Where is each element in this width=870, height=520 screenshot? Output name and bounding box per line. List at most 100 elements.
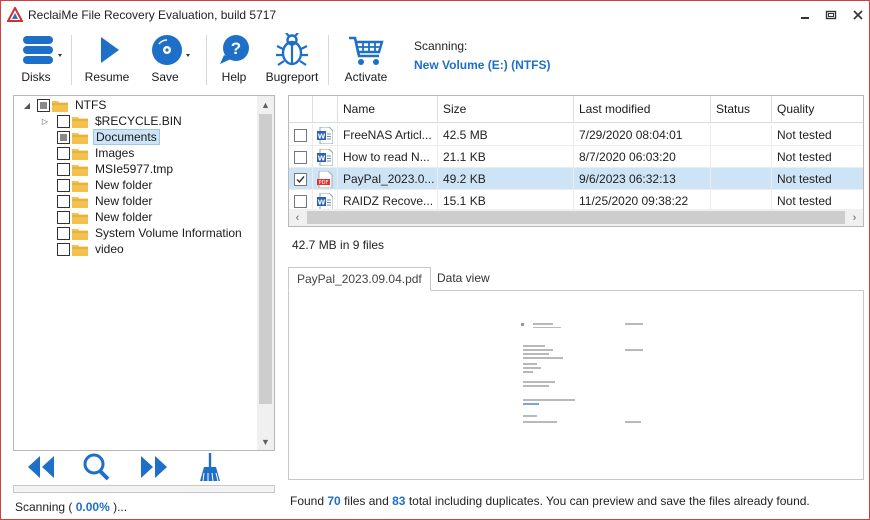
close-button[interactable]: [850, 7, 866, 23]
table-row[interactable]: PDF PayPal_2023.0... 49.2 KB 9/6/2023 06:32…: [289, 168, 863, 190]
tree-item-label: System Volume Information: [95, 226, 242, 240]
column-header-status[interactable]: Status: [711, 96, 772, 123]
row-checkbox[interactable]: [294, 151, 307, 164]
row-checkbox[interactable]: [294, 173, 307, 186]
tree-item-checkbox[interactable]: [57, 162, 70, 176]
column-header-name[interactable]: Name: [338, 96, 438, 123]
table-hscrollbar[interactable]: ‹ ›: [289, 209, 863, 226]
cell-name: How to read N...: [338, 146, 438, 168]
table-row[interactable]: W FreeNAS Articl... 42.5 MB 7/29/2020 08:04…: [289, 124, 863, 146]
folder-icon: [72, 132, 88, 144]
tree-root-checkbox[interactable]: [37, 98, 50, 112]
folder-icon: [72, 244, 88, 256]
cart-icon: [349, 36, 384, 65]
scroll-left-icon[interactable]: ‹: [289, 209, 306, 226]
scroll-down-icon[interactable]: ▼: [257, 433, 274, 450]
column-header-size[interactable]: Size: [438, 96, 574, 123]
tree-item[interactable]: System Volume Information: [40, 225, 244, 241]
search-icon: [83, 453, 110, 481]
tree-item[interactable]: New folder: [40, 193, 154, 209]
next-button[interactable]: [138, 453, 170, 481]
tab-file-preview[interactable]: PayPal_2023.09.04.pdf: [288, 267, 431, 291]
row-icon-cell: W: [313, 146, 338, 168]
help-button[interactable]: ? Help: [214, 33, 254, 87]
resume-button[interactable]: Resume: [83, 33, 131, 87]
folder-icon: [72, 228, 88, 240]
cell-quality: Not tested: [772, 146, 863, 168]
row-checkbox-cell: [289, 124, 313, 146]
save-button[interactable]: Save: [143, 33, 193, 87]
cell-modified: 7/29/2020 08:04:01: [574, 124, 711, 146]
tree-item-label: $RECYCLE.BIN: [95, 114, 182, 128]
previous-button[interactable]: [25, 453, 57, 481]
tree-item[interactable]: Documents: [40, 129, 160, 145]
column-header-icon[interactable]: [313, 96, 338, 123]
cell-size: 49.2 KB: [438, 168, 574, 190]
tree-item[interactable]: MSIe5977.tmp: [40, 161, 175, 177]
tree-root[interactable]: ◢ NTFS: [22, 97, 108, 113]
fast-forward-icon: [141, 456, 167, 478]
folder-tree: ◢ NTFS ▷ $RECYCLE.BIN Documents Images MSIe5…: [13, 95, 275, 451]
cleanup-button[interactable]: [194, 453, 226, 481]
tree-item-checkbox[interactable]: [57, 210, 70, 224]
tree-item[interactable]: ▷ $RECYCLE.BIN: [40, 113, 184, 129]
tree-item-checkbox[interactable]: [57, 194, 70, 208]
activate-button[interactable]: Activate: [339, 33, 393, 87]
row-icon-cell: PDF: [313, 168, 338, 190]
column-header-quality[interactable]: Quality: [772, 96, 863, 123]
tab-data-view[interactable]: Data view: [429, 267, 498, 291]
scan-percent: 0.00%: [75, 500, 110, 514]
save-label: Save: [151, 70, 179, 84]
svg-text:W: W: [318, 133, 326, 141]
disks-button[interactable]: Disks: [15, 33, 65, 87]
bug-icon: [276, 33, 308, 66]
maximize-button[interactable]: [823, 7, 839, 23]
tree-item[interactable]: New folder: [40, 209, 154, 225]
cell-status: [711, 168, 772, 190]
scan-progress-bar: [13, 485, 275, 493]
row-checkbox[interactable]: [294, 195, 307, 208]
svg-text:?: ?: [231, 39, 241, 58]
search-button[interactable]: [80, 453, 112, 481]
folder-icon: [72, 148, 88, 160]
folder-icon: [52, 100, 68, 112]
tree-item[interactable]: Images: [40, 145, 136, 161]
tree-item-checkbox[interactable]: [57, 178, 70, 192]
bugreport-button[interactable]: Bugreport: [263, 33, 321, 87]
tree-item-checkbox[interactable]: [57, 146, 70, 160]
close-icon: [853, 10, 863, 20]
tree-item-checkbox[interactable]: [57, 130, 70, 144]
disks-icon: [23, 36, 62, 64]
found-middle: files and: [344, 494, 389, 508]
table-row[interactable]: W How to read N... 21.1 KB 8/7/2020 06:03:2…: [289, 146, 863, 168]
found-prefix: Found: [290, 494, 325, 508]
word-file-icon: W: [317, 127, 333, 144]
collapse-icon[interactable]: ◢: [22, 100, 32, 110]
expand-icon[interactable]: ▷: [40, 116, 50, 126]
tree-item[interactable]: New folder: [40, 177, 154, 193]
tree-scrollbar[interactable]: ▲ ▼: [257, 96, 274, 450]
tree-scroll-thumb[interactable]: [259, 114, 272, 404]
column-header-checkbox[interactable]: [289, 96, 313, 123]
disc-icon: [152, 35, 190, 65]
table-scroll-thumb[interactable]: [307, 211, 845, 224]
found-suffix: total including duplicates. You can prev…: [408, 494, 810, 508]
tree-item-checkbox[interactable]: [57, 114, 70, 128]
scroll-right-icon[interactable]: ›: [846, 209, 863, 226]
document-thumbnail: [515, 315, 655, 435]
tree-item[interactable]: video: [40, 241, 126, 257]
scroll-up-icon[interactable]: ▲: [257, 96, 274, 113]
scanning-label: Scanning:: [414, 39, 468, 53]
cell-name: PayPal_2023.0...: [338, 168, 438, 190]
resume-label: Resume: [84, 70, 130, 84]
column-header-last-modified[interactable]: Last modified: [574, 96, 711, 123]
row-checkbox[interactable]: [294, 129, 307, 142]
folder-icon: [72, 164, 88, 176]
tree-item-checkbox[interactable]: [57, 226, 70, 240]
tree-item-checkbox[interactable]: [57, 242, 70, 256]
minimize-button[interactable]: [797, 7, 813, 23]
